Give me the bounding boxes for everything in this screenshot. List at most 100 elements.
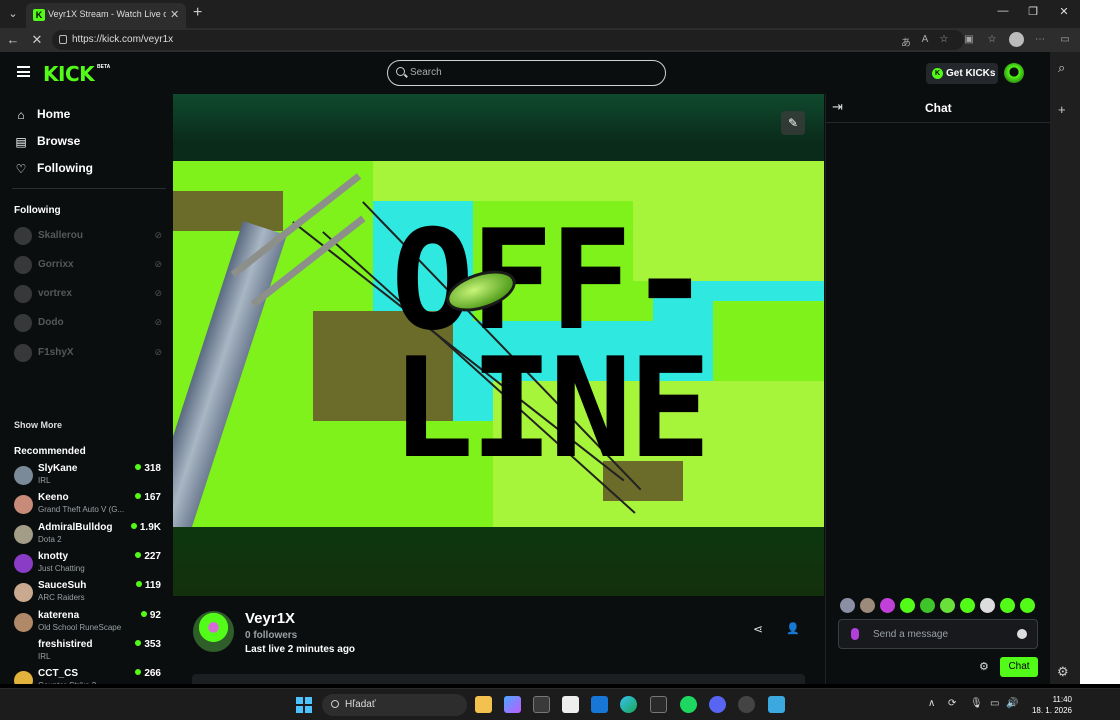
- close-window-icon[interactable]: ✕: [1056, 5, 1072, 18]
- chat-message-input[interactable]: Send a message: [838, 619, 1038, 649]
- nav-browse[interactable]: ▤ Browse: [14, 133, 164, 151]
- recommended-item[interactable]: Keeno Grand Theft Auto V (G... 167: [14, 491, 164, 517]
- recommended-name: freshistired: [38, 638, 93, 650]
- avatar: [14, 553, 33, 573]
- outlook-icon[interactable]: [591, 696, 608, 713]
- recommended-item[interactable]: AdmiralBulldog Dota 2 1.9K: [14, 521, 164, 547]
- following-name: F1shyX: [38, 347, 74, 358]
- following-item[interactable]: Gorrixx ⊘: [14, 255, 164, 275]
- steam-icon[interactable]: [738, 696, 755, 713]
- recommended-item[interactable]: knotty Just Chatting 227: [14, 550, 164, 576]
- emote-icon[interactable]: [900, 598, 915, 613]
- back-icon[interactable]: ←: [5, 32, 21, 48]
- stop-loading-icon[interactable]: ✕: [29, 32, 45, 48]
- copilot-icon[interactable]: [504, 696, 521, 713]
- channel-avatar[interactable]: [193, 611, 234, 652]
- epic-games-icon[interactable]: [650, 696, 667, 713]
- more-menu-icon[interactable]: ⋯: [1033, 34, 1047, 45]
- collapse-chat-icon[interactable]: ⇥: [832, 99, 843, 115]
- recommended-item[interactable]: katerena Old School RuneScape 92: [14, 609, 164, 635]
- following-item[interactable]: vortrex ⊘: [14, 284, 164, 304]
- recommended-item[interactable]: SauceSuh ARC Raiders 119: [14, 579, 164, 605]
- get-kicks-button[interactable]: K Get KICKs: [926, 63, 998, 84]
- show-more-button[interactable]: Show More: [14, 420, 62, 430]
- search-placeholder: Search: [410, 67, 442, 78]
- mic-tray-icon[interactable]: 🎙: [970, 698, 983, 709]
- chat-settings-icon[interactable]: ⚙: [979, 660, 989, 673]
- following-item[interactable]: F1shyX ⊘: [14, 343, 164, 363]
- sync-icon[interactable]: ⟳: [948, 698, 956, 709]
- taskbar-search[interactable]: Hľadať: [322, 694, 467, 716]
- emote-icon[interactable]: [920, 598, 935, 613]
- sidebar-toggle-icon[interactable]: ▭: [1058, 34, 1072, 45]
- viewer-count-value: 92: [149, 609, 161, 621]
- nav-home[interactable]: ⌂ Home: [14, 106, 164, 124]
- chat-send-button[interactable]: Chat: [1000, 657, 1038, 677]
- recommended-category: ARC Raiders: [38, 593, 85, 603]
- kick-logo[interactable]: KICK: [43, 62, 95, 86]
- discord-icon[interactable]: [709, 696, 726, 713]
- lock-icon[interactable]: [59, 35, 67, 44]
- avatar: [14, 524, 33, 544]
- user-avatar[interactable]: [1004, 63, 1024, 83]
- settings-gear-icon[interactable]: ⚙: [1057, 664, 1073, 680]
- spotify-icon[interactable]: [680, 696, 697, 713]
- emoji-icon[interactable]: [1017, 629, 1027, 639]
- favorites-icon[interactable]: ☆: [985, 34, 999, 45]
- art-block: [173, 191, 283, 231]
- minimize-icon[interactable]: —: [995, 5, 1011, 17]
- tray-expand-icon[interactable]: ∧: [928, 698, 935, 709]
- network-icon[interactable]: ▭: [990, 698, 999, 709]
- split-screen-icon[interactable]: ▣: [962, 34, 976, 45]
- windows-start-icon[interactable]: [296, 697, 312, 713]
- search-input[interactable]: Search: [387, 60, 666, 86]
- favorite-star-icon[interactable]: ☆: [937, 34, 951, 45]
- recommended-item[interactable]: freshistired IRL 353: [14, 638, 164, 664]
- new-tab-icon[interactable]: +: [193, 4, 202, 22]
- chat-divider: [826, 122, 1050, 123]
- following-item[interactable]: Dodo ⊘: [14, 313, 164, 333]
- edge-add-icon[interactable]: +: [1058, 102, 1066, 117]
- read-aloud-icon[interactable]: A: [918, 34, 932, 45]
- emote-icon[interactable]: [1000, 598, 1015, 613]
- emote-icon[interactable]: [940, 598, 955, 613]
- nav-following[interactable]: ♡ Following: [14, 160, 164, 178]
- volume-icon[interactable]: 🔊: [1006, 698, 1018, 709]
- video-player[interactable]: OFF- LINE ✎: [173, 94, 824, 596]
- file-explorer-icon[interactable]: [475, 696, 492, 713]
- follow-user-icon[interactable]: 👤: [786, 622, 800, 635]
- url-field[interactable]: https://kick.com/veyr1x: [52, 30, 964, 50]
- emote-icon[interactable]: [960, 598, 975, 613]
- emote-icon[interactable]: [840, 598, 855, 613]
- maximize-icon[interactable]: ❐: [1025, 5, 1041, 18]
- tab-close-icon[interactable]: ✕: [170, 8, 179, 21]
- emote-icon[interactable]: [980, 598, 995, 613]
- recommended-item[interactable]: CCT_CSCounter-Strike 2266: [14, 667, 164, 684]
- viewer-count-value: 227: [144, 550, 161, 562]
- viewer-count-value: 119: [144, 580, 161, 592]
- share-icon[interactable]: ⋖: [753, 622, 763, 636]
- emote-icon[interactable]: [1020, 598, 1035, 613]
- emote-icon[interactable]: [860, 598, 875, 613]
- menu-icon[interactable]: [17, 66, 30, 77]
- browser-tab[interactable]: K Veyr1X Stream - Watch Live on Kick ✕: [26, 3, 186, 28]
- store-icon[interactable]: [533, 696, 550, 713]
- recommended-name: knotty: [38, 550, 68, 562]
- recommended-item[interactable]: SlyKane IRL 318: [14, 462, 164, 488]
- edge-search-icon[interactable]: ⌕: [1058, 60, 1065, 76]
- emote-icon[interactable]: [880, 598, 895, 613]
- recommended-name: Keeno: [38, 492, 69, 504]
- channel-name[interactable]: Veyr1X: [245, 610, 295, 627]
- app-icon[interactable]: [562, 696, 579, 713]
- system-clock[interactable]: 11:40 18. 1. 2026: [1028, 694, 1072, 716]
- sidebar: ⌂ Home ▤ Browse ♡ Following Following Sk…: [0, 94, 172, 684]
- browser-profile-avatar[interactable]: [1009, 32, 1024, 47]
- microphone-icon[interactable]: [851, 628, 859, 640]
- edit-pencil-icon[interactable]: ✎: [781, 111, 805, 135]
- following-item[interactable]: Skallerou ⊘: [14, 226, 164, 246]
- live-dot-icon: [135, 581, 142, 588]
- translate-icon[interactable]: あ: [899, 34, 913, 49]
- app-icon[interactable]: [768, 696, 785, 713]
- tab-actions-icon[interactable]: ⌄: [4, 5, 22, 23]
- edge-icon[interactable]: [620, 696, 637, 713]
